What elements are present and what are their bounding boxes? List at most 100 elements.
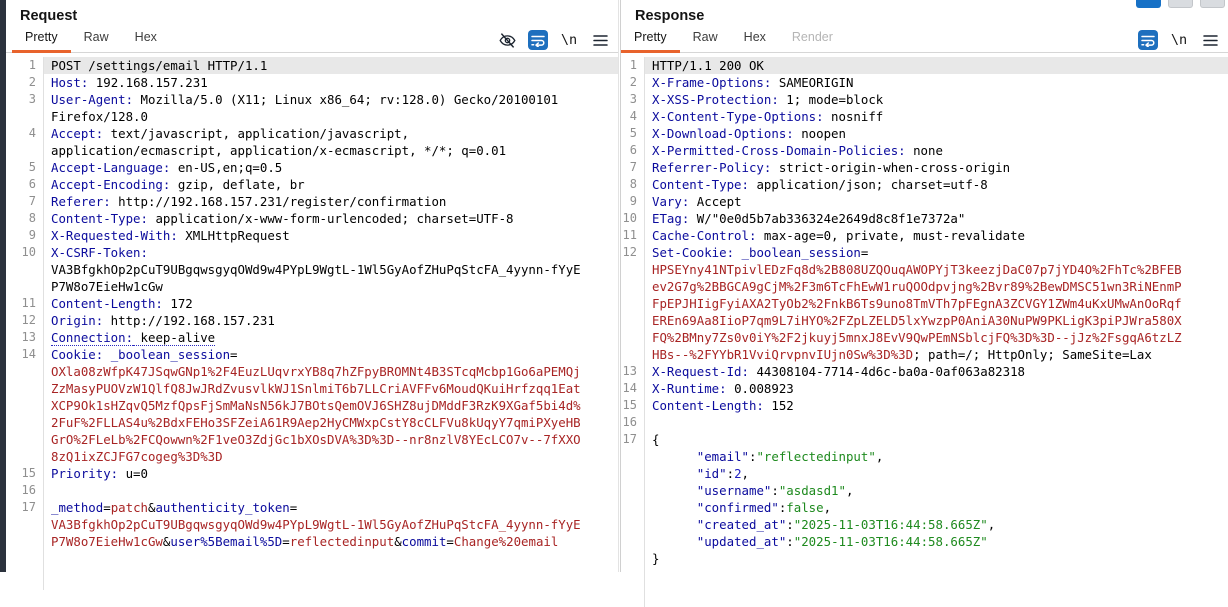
code-line-content[interactable]: Connection: keep-alive bbox=[43, 329, 618, 346]
show-newlines-icon[interactable]: \n bbox=[559, 30, 579, 50]
tab-pretty[interactable]: Pretty bbox=[621, 25, 680, 53]
line-number: 3 bbox=[621, 91, 644, 108]
code-segment: 44308104-7714-4d6c-ba0a-0af063a82318 bbox=[749, 364, 1025, 379]
code-line-content[interactable]: Cookie: _boolean_session= OXla08zWfpK47J… bbox=[43, 346, 618, 465]
code-segment: Cache-Control: bbox=[652, 228, 756, 243]
tab-hex[interactable]: Hex bbox=[122, 25, 170, 53]
tab-hex[interactable]: Hex bbox=[731, 25, 779, 53]
code-line-content[interactable]: Host: 192.168.157.231 bbox=[43, 74, 618, 91]
code-line-content[interactable]: Accept-Language: en-US,en;q=0.5 bbox=[43, 159, 618, 176]
request-panel-title: Request bbox=[6, 0, 618, 26]
response-tabrow: PrettyRawHexRender \n bbox=[621, 26, 1228, 53]
code-segment: "email" bbox=[697, 449, 749, 464]
code-line-content[interactable]: Content-Type: application/x-www-form-url… bbox=[43, 210, 618, 227]
code-segment: nosniff bbox=[824, 109, 884, 124]
line-number: 9 bbox=[6, 227, 43, 244]
code-line-content[interactable]: Content-Type: application/json; charset=… bbox=[644, 176, 1228, 193]
clipped-button-blue[interactable] bbox=[1136, 0, 1161, 8]
line-number: 13 bbox=[621, 363, 644, 380]
clipped-toolbar-buttons bbox=[1136, 0, 1225, 8]
code-segment: Content-Length: bbox=[652, 398, 764, 413]
code-segment: user%5Bemail%5D bbox=[170, 534, 282, 549]
code-line-content[interactable]: Content-Length: 172 bbox=[43, 295, 618, 312]
menu-icon[interactable] bbox=[590, 30, 610, 50]
code-line-content[interactable]: HTTP/1.1 200 OK bbox=[644, 57, 1228, 74]
code-segment: u=0 bbox=[118, 466, 148, 481]
soft-wrap-icon[interactable] bbox=[1138, 30, 1158, 50]
code-line-content[interactable]: _method=patch&authenticity_token= VA3Bfg… bbox=[43, 499, 618, 550]
code-line-content[interactable]: X-Download-Options: noopen bbox=[644, 125, 1228, 142]
code-segment: Priority: bbox=[51, 466, 118, 481]
code-segment: { bbox=[652, 432, 697, 464]
code-line-content[interactable]: POST /settings/email HTTP/1.1 bbox=[43, 57, 618, 74]
eye-off-icon[interactable] bbox=[497, 30, 517, 50]
line-number: 17 bbox=[621, 431, 644, 567]
code-segment: gzip, deflate, br bbox=[170, 177, 304, 192]
code-segment: authenticity_token bbox=[155, 500, 289, 515]
code-segment: patch bbox=[111, 500, 148, 515]
response-editor[interactable]: 1HTTP/1.1 200 OK2X-Frame-Options: SAMEOR… bbox=[621, 53, 1228, 607]
code-line: 10X-CSRF-Token: VA3BfgkhOp2pCuT9UBgqwsgy… bbox=[6, 244, 618, 295]
tab-raw[interactable]: Raw bbox=[680, 25, 731, 53]
code-line-content[interactable]: Vary: Accept bbox=[644, 193, 1228, 210]
code-line-content[interactable]: Referrer-Policy: strict-origin-when-cros… bbox=[644, 159, 1228, 176]
code-line-content[interactable]: Priority: u=0 bbox=[43, 465, 618, 482]
code-line-content[interactable] bbox=[43, 482, 618, 499]
request-tabrow: PrettyRawHex \n bbox=[6, 26, 618, 53]
request-editor[interactable]: 1POST /settings/email HTTP/1.12Host: 192… bbox=[6, 53, 618, 590]
code-segment: _boolean_session bbox=[111, 347, 230, 362]
code-line-content[interactable]: X-XSS-Protection: 1; mode=block bbox=[644, 91, 1228, 108]
code-segment: Content-Length: bbox=[51, 296, 163, 311]
menu-icon[interactable] bbox=[1200, 30, 1220, 50]
code-segment: Accept bbox=[689, 194, 741, 209]
clipped-button-gray-2[interactable] bbox=[1200, 0, 1225, 8]
line-number: 17 bbox=[6, 499, 43, 550]
code-segment: X-Request-Id: bbox=[652, 364, 749, 379]
code-line-content[interactable]: X-Frame-Options: SAMEORIGIN bbox=[644, 74, 1228, 91]
tab-raw[interactable]: Raw bbox=[71, 25, 122, 53]
code-segment: en-US,en;q=0.5 bbox=[170, 160, 282, 175]
code-line-content[interactable]: Referer: http://192.168.157.231/register… bbox=[43, 193, 618, 210]
show-newlines-icon[interactable]: \n bbox=[1169, 30, 1189, 50]
clipped-button-gray-1[interactable] bbox=[1168, 0, 1193, 8]
code-segment: text/javascript, application/javascript,… bbox=[51, 126, 506, 158]
code-segment: "created_at" bbox=[697, 517, 787, 532]
code-segment: X-XSS-Protection: bbox=[652, 92, 779, 107]
code-line: 9Vary: Accept bbox=[621, 193, 1228, 210]
code-segment: "id" bbox=[697, 466, 727, 481]
code-line-content[interactable] bbox=[644, 414, 1228, 431]
tab-render[interactable]: Render bbox=[779, 25, 846, 53]
code-line-content[interactable]: ETag: W/"0e0d5b7ab336324e2649d8c8f1e7372… bbox=[644, 210, 1228, 227]
code-line-content[interactable]: X-Requested-With: XMLHttpRequest bbox=[43, 227, 618, 244]
code-line-content[interactable]: Accept-Encoding: gzip, deflate, br bbox=[43, 176, 618, 193]
line-number: 14 bbox=[621, 380, 644, 397]
code-line-content[interactable]: X-Content-Type-Options: nosniff bbox=[644, 108, 1228, 125]
code-line: 15Priority: u=0 bbox=[6, 465, 618, 482]
code-line-content[interactable]: Accept: text/javascript, application/jav… bbox=[43, 125, 618, 159]
code-line: 14Cookie: _boolean_session= OXla08zWfpK4… bbox=[6, 346, 618, 465]
code-segment: & bbox=[394, 534, 401, 549]
code-line-content[interactable]: Set-Cookie: _boolean_session= HPSEYny41N… bbox=[644, 244, 1228, 363]
code-line-content[interactable]: Origin: http://192.168.157.231 bbox=[43, 312, 618, 329]
code-segment: Accept: bbox=[51, 126, 103, 141]
line-number: 3 bbox=[6, 91, 43, 125]
code-line-content[interactable]: Cache-Control: max-age=0, private, must-… bbox=[644, 227, 1228, 244]
code-line-content[interactable]: { "email":"reflectedinput", "id":2, "use… bbox=[644, 431, 1228, 567]
code-line: 8Content-Type: application/x-www-form-ur… bbox=[6, 210, 618, 227]
code-line-content[interactable]: X-Runtime: 0.008923 bbox=[644, 380, 1228, 397]
code-line-content[interactable]: Content-Length: 152 bbox=[644, 397, 1228, 414]
soft-wrap-icon[interactable] bbox=[528, 30, 548, 50]
code-segment: = bbox=[230, 347, 237, 362]
code-line: 4X-Content-Type-Options: nosniff bbox=[621, 108, 1228, 125]
code-line-content[interactable]: X-CSRF-Token: VA3BfgkhOp2pCuT9UBgqwsgyqO… bbox=[43, 244, 618, 295]
code-segment: http://192.168.157.231 bbox=[103, 313, 275, 328]
code-segment: Set-Cookie: bbox=[652, 245, 734, 260]
code-line: 7Referrer-Policy: strict-origin-when-cro… bbox=[621, 159, 1228, 176]
code-line-content[interactable]: User-Agent: Mozilla/5.0 (X11; Linux x86_… bbox=[43, 91, 618, 125]
code-segment: 2 bbox=[734, 466, 741, 481]
tab-pretty[interactable]: Pretty bbox=[12, 25, 71, 53]
code-line-content[interactable]: X-Request-Id: 44308104-7714-4d6c-ba0a-0a… bbox=[644, 363, 1228, 380]
code-line: 2Host: 192.168.157.231 bbox=[6, 74, 618, 91]
wrap-icon-background bbox=[1138, 30, 1158, 50]
code-line-content[interactable]: X-Permitted-Cross-Domain-Policies: none bbox=[644, 142, 1228, 159]
